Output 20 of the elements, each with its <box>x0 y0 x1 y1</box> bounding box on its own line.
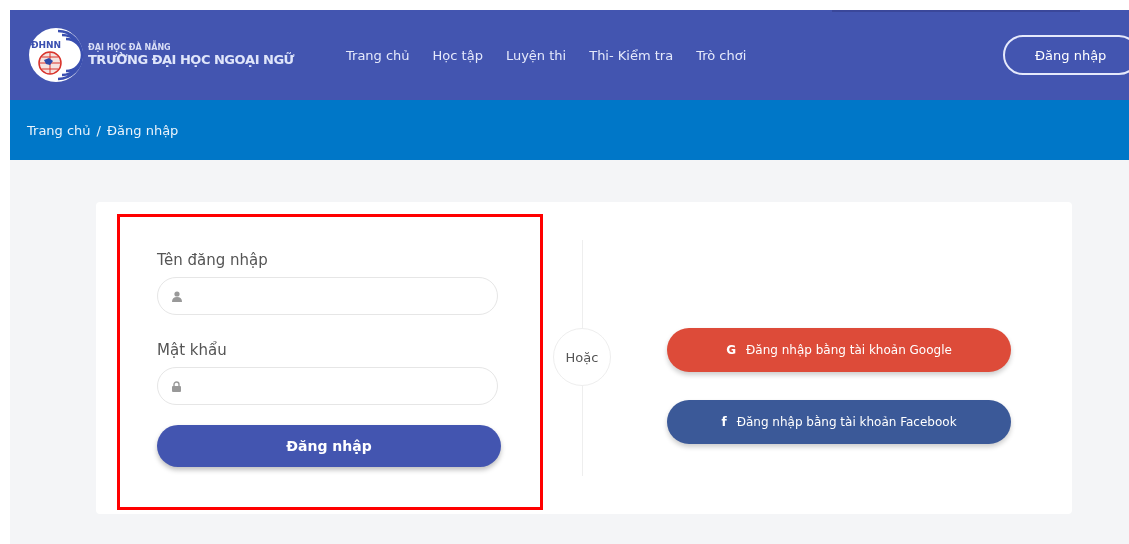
google-login-button[interactable]: G Đăng nhập bằng tài khoản Google <box>667 328 1011 372</box>
nav-link[interactable]: Học tập <box>432 47 483 63</box>
nav-link[interactable]: Trò chơi <box>696 47 747 63</box>
field-label: Tên đăng nhập <box>157 251 269 269</box>
google-icon: G <box>726 343 736 357</box>
login-button[interactable]: Đăng nhập <box>1003 35 1129 75</box>
facebook-icon: f <box>721 415 727 429</box>
submit-button[interactable]: Đăng nhập <box>157 425 501 467</box>
logo-icon: ĐHNN <box>28 27 84 83</box>
breadcrumb-link[interactable]: Trang chủ <box>27 122 91 138</box>
user-icon <box>172 290 182 302</box>
lock-icon <box>172 380 181 392</box>
nav-link[interactable]: Trang chủ <box>346 47 410 63</box>
facebook-login-button[interactable]: f Đăng nhập bằng tài khoản Facebook <box>667 400 1011 444</box>
nav-link[interactable]: Thi- Kiểm tra <box>589 47 674 63</box>
breadcrumb-separator: / <box>96 122 101 138</box>
breadcrumb-current: Đăng nhập <box>107 122 179 138</box>
field-label: Mật khẩu <box>157 341 228 359</box>
school-name: TRƯỜNG ĐẠI HỌC NGOẠI NGỮ <box>88 52 294 67</box>
nav-link[interactable]: Luyện thi <box>505 47 567 63</box>
